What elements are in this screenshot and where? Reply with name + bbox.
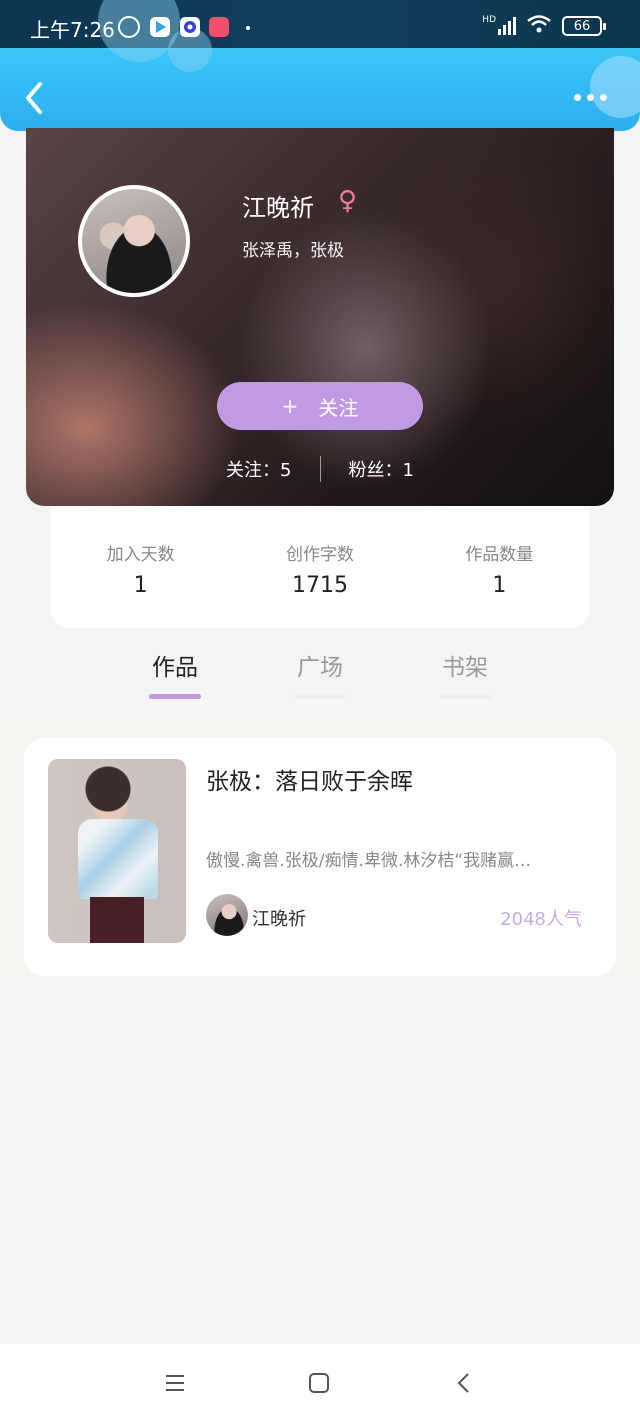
work-card[interactable]: 张极：落日败于余晖 傲慢.禽兽.张极/痴情.卑微.林汐桔“我赌赢… 江晚祈 20…	[24, 738, 616, 976]
popularity-count: 2048人气	[500, 909, 582, 930]
back-triangle-icon	[457, 1373, 469, 1393]
stat-word-count: 创作字数 1715	[230, 506, 409, 628]
menu-icon	[166, 1375, 184, 1391]
work-description: 傲慢.禽兽.张极/痴情.卑微.林汐桔“我赌赢…	[206, 851, 532, 871]
top-header: 上午7:26 HD 66	[0, 0, 640, 131]
play-store-icon	[150, 17, 170, 37]
app-red-icon	[209, 17, 229, 37]
author-avatar	[206, 894, 248, 936]
network-type: HD	[482, 15, 496, 25]
chevron-left-icon	[26, 82, 42, 114]
stat-label: 创作字数	[285, 545, 354, 565]
follow-button[interactable]: + 关注	[217, 382, 423, 430]
more-button[interactable]	[574, 90, 610, 104]
stat-work-count: 作品数量 1	[410, 506, 589, 628]
tab-indicator	[439, 694, 491, 699]
app-circle-icon	[180, 17, 200, 37]
tab-bookshelf[interactable]: 书架	[420, 648, 510, 699]
battery-icon: 66	[562, 16, 606, 36]
wifi-icon	[526, 14, 552, 38]
stat-value: 1715	[291, 573, 348, 598]
stat-value: 1	[492, 573, 507, 598]
work-cover-image	[48, 759, 186, 943]
tab-indicator	[294, 694, 346, 699]
battery-level: 66	[573, 18, 591, 34]
menu-button[interactable]	[160, 1368, 190, 1398]
avatar[interactable]	[78, 185, 190, 297]
tab-square[interactable]: 广场	[275, 648, 365, 699]
profile-tabs: 作品 广场 书架	[0, 640, 640, 710]
profile-card: 江晚祈 ♀ 张泽禹，张极 + 关注 关注：5 粉丝：1	[26, 128, 614, 506]
home-button[interactable]	[304, 1368, 334, 1398]
more-dots-icon	[574, 93, 581, 101]
stat-label: 作品数量	[465, 545, 534, 565]
system-back-button[interactable]	[450, 1368, 480, 1398]
alarm-icon	[118, 16, 140, 38]
follow-stats: 关注：5 粉丝：1	[26, 456, 614, 482]
creator-stats-card: 加入天数 1 创作字数 1715 作品数量 1	[51, 506, 589, 628]
signal-icon: HD	[482, 15, 516, 35]
divider	[319, 456, 321, 482]
notification-dot	[246, 26, 250, 30]
tab-label: 广场	[297, 655, 343, 681]
author-name: 江晚祈	[252, 909, 306, 930]
work-title: 张极：落日败于余晖	[206, 769, 413, 795]
tab-label: 作品	[152, 655, 198, 681]
following-count[interactable]: 关注：5	[226, 456, 291, 482]
status-right: HD 66	[482, 14, 606, 38]
stat-label: 加入天数	[106, 545, 175, 565]
back-button[interactable]	[22, 78, 52, 118]
profile-tags: 张泽禹，张极	[242, 241, 344, 261]
tab-works[interactable]: 作品	[130, 648, 220, 699]
stat-join-days: 加入天数 1	[51, 506, 230, 628]
fans-count[interactable]: 粉丝：1	[349, 456, 414, 482]
profile-name: 江晚祈	[242, 194, 314, 222]
female-icon: ♀	[338, 186, 358, 216]
stat-value: 1	[133, 573, 148, 598]
status-time: 上午7:26	[30, 18, 115, 42]
tab-indicator	[149, 694, 201, 699]
status-bar: 上午7:26 HD 66	[0, 0, 640, 72]
system-nav-bar	[0, 1344, 640, 1422]
follow-button-label: 关注	[318, 395, 359, 420]
home-square-icon	[309, 1373, 329, 1393]
tab-label: 书架	[442, 655, 488, 681]
plus-icon: +	[281, 394, 299, 418]
